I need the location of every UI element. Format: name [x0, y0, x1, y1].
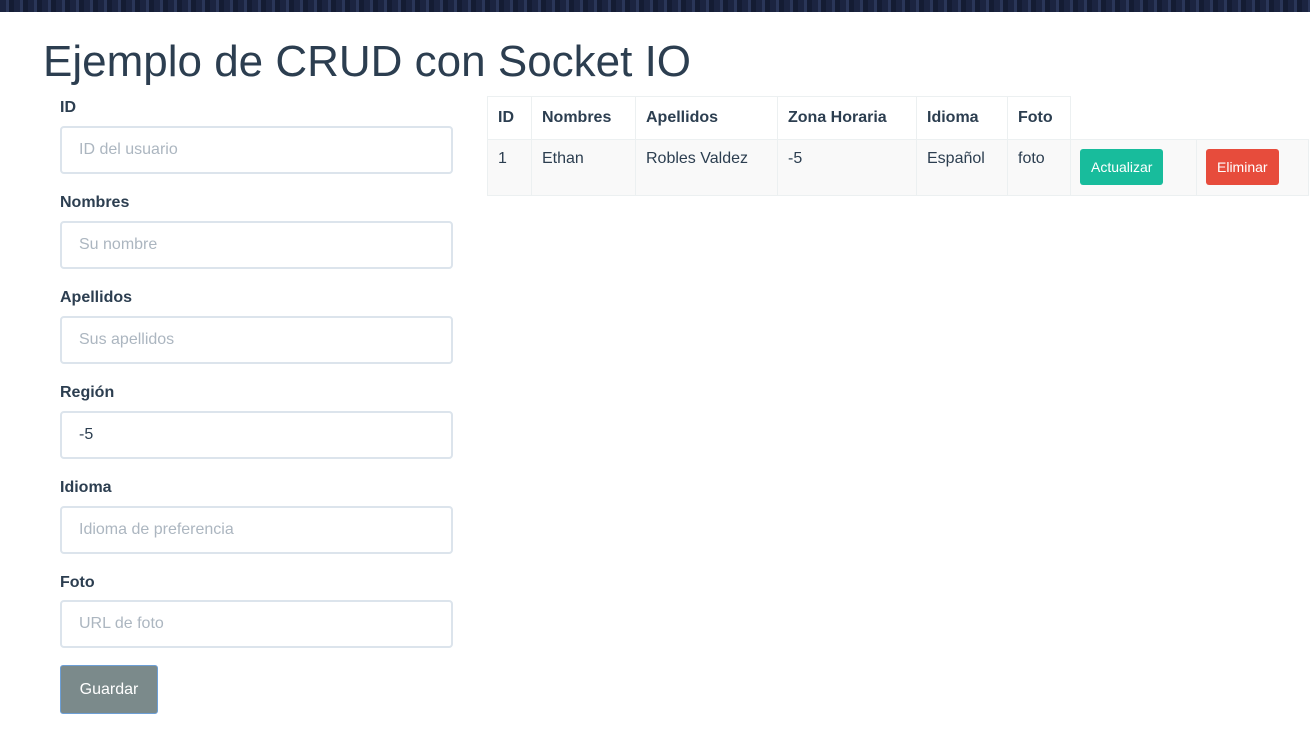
header-update-spacer	[1070, 96, 1197, 140]
header-id: ID	[487, 96, 532, 140]
id-input[interactable]	[60, 126, 453, 174]
cell-apellidos: Robles Valdez	[635, 139, 778, 196]
cell-idioma: Español	[916, 139, 1008, 196]
apellidos-label: Apellidos	[60, 289, 133, 306]
cell-id: 1	[487, 139, 532, 196]
table-row: 1 Ethan Robles Valdez -5 Español foto Ac…	[487, 139, 1309, 196]
id-label: ID	[60, 99, 76, 116]
cell-delete: Eliminar	[1196, 139, 1309, 196]
delete-button[interactable]: Eliminar	[1206, 149, 1279, 185]
top-banner	[0, 0, 1310, 12]
header-foto: Foto	[1007, 96, 1071, 140]
cell-foto: foto	[1007, 139, 1071, 196]
region-input[interactable]	[60, 411, 453, 459]
header-zona-horaria: Zona Horaria	[777, 96, 917, 140]
idioma-input[interactable]	[60, 506, 453, 554]
apellidos-input[interactable]	[60, 316, 453, 364]
cell-nombres: Ethan	[531, 139, 636, 196]
header-delete-spacer	[1196, 96, 1309, 140]
header-idioma: Idioma	[916, 96, 1008, 140]
cell-zona-horaria: -5	[777, 139, 917, 196]
users-table: ID Nombres Apellidos Zona Horaria Idioma…	[487, 96, 1309, 196]
save-button[interactable]: Guardar	[60, 665, 158, 714]
region-label: Región	[60, 384, 115, 401]
idioma-label: Idioma	[60, 479, 112, 496]
cell-update: Actualizar	[1070, 139, 1197, 196]
header-nombres: Nombres	[531, 96, 636, 140]
foto-label: Foto	[60, 574, 95, 591]
update-button[interactable]: Actualizar	[1080, 149, 1164, 185]
table-header-row: ID Nombres Apellidos Zona Horaria Idioma…	[487, 96, 1309, 140]
page-title: Ejemplo de CRUD con Socket IO	[43, 37, 692, 86]
nombres-label: Nombres	[60, 194, 130, 211]
nombres-input[interactable]	[60, 221, 453, 269]
header-apellidos: Apellidos	[635, 96, 778, 140]
foto-input[interactable]	[60, 600, 453, 648]
